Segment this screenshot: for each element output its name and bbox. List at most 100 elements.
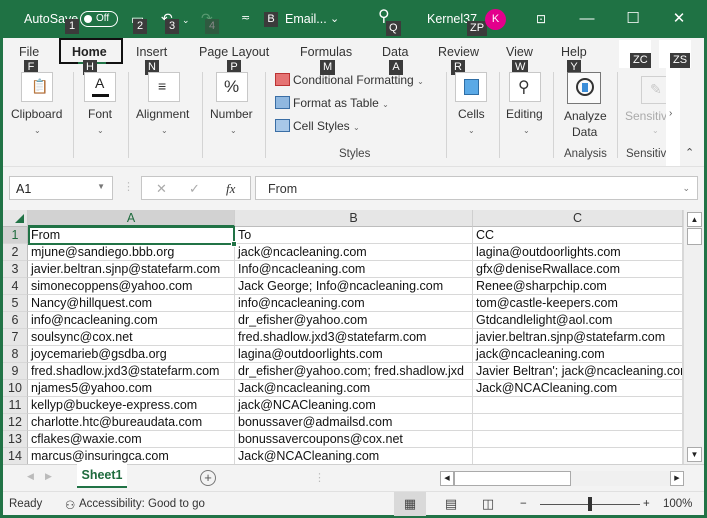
cell-a1[interactable]: From [28,227,235,244]
cell-b2[interactable]: jack@ncacleaning.com [235,244,473,261]
cell-c6[interactable]: Gtdcandlelight@aol.com [473,312,683,329]
cell-b3[interactable]: Info@ncacleaning.com [235,261,473,278]
row-header[interactable]: 4 [3,278,28,295]
tab-data[interactable]: Data [382,45,408,59]
tab-insert[interactable]: Insert [136,45,167,59]
cell-b7[interactable]: fred.shadlow.jxd3@statefarm.com [235,329,473,346]
accessibility-status[interactable]: Accessibility: Good to go [79,498,205,510]
cell-a10[interactable]: njames5@yahoo.com [28,380,235,397]
cell-a8[interactable]: joycemarieb@gsdba.org [28,346,235,363]
column-header-c[interactable]: C [473,210,683,227]
format-as-table-button[interactable]: Format as Table ⌄ [275,96,389,110]
undo-dropdown-icon[interactable]: ⌄ [182,13,190,27]
cell-b10[interactable]: Jack@ncacleaning.com [235,380,473,397]
zoom-out-button[interactable]: − [520,498,527,510]
cell-b8[interactable]: lagina@outdoorlights.com [235,346,473,363]
tab-page-layout[interactable]: Page Layout [199,45,269,59]
name-box[interactable]: A1 ▼ [9,176,113,200]
zoom-level[interactable]: 100% [663,498,692,510]
ribbon-display-options-icon[interactable]: ⊡ [529,8,553,30]
cell-a6[interactable]: info@ncacleaning.com [28,312,235,329]
cell-c7[interactable]: javier.beltran.sjnp@statefarm.com [473,329,683,346]
cell-a3[interactable]: javier.beltran.sjnp@statefarm.com [28,261,235,278]
row-header[interactable]: 12 [3,414,28,431]
number-button[interactable]: % [216,72,248,102]
cell-c3[interactable]: gfx@deniseRwallace.com [473,261,683,278]
cell-c12[interactable] [473,414,683,431]
scroll-right-icon[interactable]: ▶ [670,471,684,486]
maximize-icon[interactable]: ☐ [621,8,645,30]
tab-help[interactable]: Help [561,45,587,59]
row-header[interactable]: 8 [3,346,28,363]
editing-button[interactable]: ⚲ [509,72,541,102]
ribbon-scroll-right[interactable]: › [666,68,680,166]
zoom-in-button[interactable]: + [643,498,650,510]
page-layout-view-icon[interactable]: ▤ [435,492,467,516]
horizontal-scrollbar[interactable]: ◀ ▶ [440,471,684,486]
column-header-a[interactable]: A [28,210,235,227]
collapse-ribbon-icon[interactable]: ⌃ [685,146,694,159]
cell-c4[interactable]: Renee@sharpchip.com [473,278,683,295]
cell-a11[interactable]: kellyp@buckeye-express.com [28,397,235,414]
cell-a7[interactable]: soulsync@cox.net [28,329,235,346]
scroll-up-icon[interactable]: ▲ [687,212,702,227]
sheet-tab-sheet1[interactable]: Sheet1 [77,464,127,488]
name-box-dropdown-icon[interactable]: ▼ [97,182,105,191]
tab-view[interactable]: View [506,45,533,59]
cell-c9[interactable]: Javier Beltran'; jack@ncacleaning.com [473,363,683,380]
cell-c8[interactable]: jack@ncacleaning.com [473,346,683,363]
cell-c10[interactable]: Jack@NCACleaning.com [473,380,683,397]
next-sheet-icon[interactable]: ▶ [45,471,52,482]
cell-a12[interactable]: charlotte.htc@bureaudata.com [28,414,235,431]
minimize-icon[interactable]: — [575,8,599,30]
autosave-toggle[interactable]: Off [80,11,118,27]
scroll-left-icon[interactable]: ◀ [440,471,454,486]
cell-a2[interactable]: mjune@sandiego.bbb.org [28,244,235,261]
cell-c5[interactable]: tom@castle-keepers.com [473,295,683,312]
cell-b12[interactable]: bonussaver@admailsd.com [235,414,473,431]
vertical-scrollbar[interactable]: ▲ ▼ [683,210,704,464]
cell-c14[interactable] [473,448,683,465]
expand-formula-bar-icon[interactable]: ⌄ [682,183,690,194]
cell-styles-button[interactable]: Cell Styles ⌄ [275,119,360,133]
row-header[interactable]: 1 [3,227,28,244]
font-button[interactable]: A [84,72,116,102]
cell-b1[interactable]: To [235,227,473,244]
prev-sheet-icon[interactable]: ◀ [27,471,34,482]
tab-split-grip[interactable]: ⋮ [314,471,325,484]
row-header[interactable]: 13 [3,431,28,448]
row-header[interactable]: 7 [3,329,28,346]
cell-a14[interactable]: marcus@insuringca.com [28,448,235,465]
cell-a4[interactable]: simonecoppens@yahoo.com [28,278,235,295]
column-header-b[interactable]: B [235,210,473,227]
close-icon[interactable]: ✕ [667,8,691,30]
row-header[interactable]: 9 [3,363,28,380]
cancel-icon[interactable]: ✕ [156,181,167,197]
tab-file[interactable]: File [19,45,39,59]
alignment-button[interactable]: ≡ [148,72,180,102]
row-header[interactable]: 6 [3,312,28,329]
formula-input[interactable]: From ⌄ [255,176,698,200]
cell-b4[interactable]: Jack George; Info@ncacleaning.com [235,278,473,295]
cell-b5[interactable]: info@ncacleaning.com [235,295,473,312]
insert-function-icon[interactable]: fx [226,181,235,197]
row-header[interactable]: 11 [3,397,28,414]
cells-button[interactable] [455,72,487,102]
cell-c13[interactable] [473,431,683,448]
zoom-slider-thumb[interactable] [588,497,592,511]
tab-review[interactable]: Review [438,45,479,59]
cell-a9[interactable]: fred.shadlow.jxd3@statefarm.com [28,363,235,380]
tab-home[interactable]: Home [72,45,107,59]
vertical-scroll-thumb[interactable] [687,228,702,245]
cell-b13[interactable]: bonussavercoupons@cox.net [235,431,473,448]
conditional-formatting-button[interactable]: Conditional Formatting ⌄ [275,73,424,87]
cell-a13[interactable]: cflakes@waxie.com [28,431,235,448]
scroll-down-icon[interactable]: ▼ [687,447,702,462]
cell-a5[interactable]: Nancy@hillquest.com [28,295,235,312]
add-sheet-button[interactable]: + [200,470,216,486]
cell-c11[interactable] [473,397,683,414]
formula-bar-grip[interactable]: ⋮ [123,180,134,193]
cell-b14[interactable]: Jack@NCACleaning.com [235,448,473,465]
avatar[interactable]: K [485,9,506,30]
cell-c2[interactable]: lagina@outdoorlights.com [473,244,683,261]
